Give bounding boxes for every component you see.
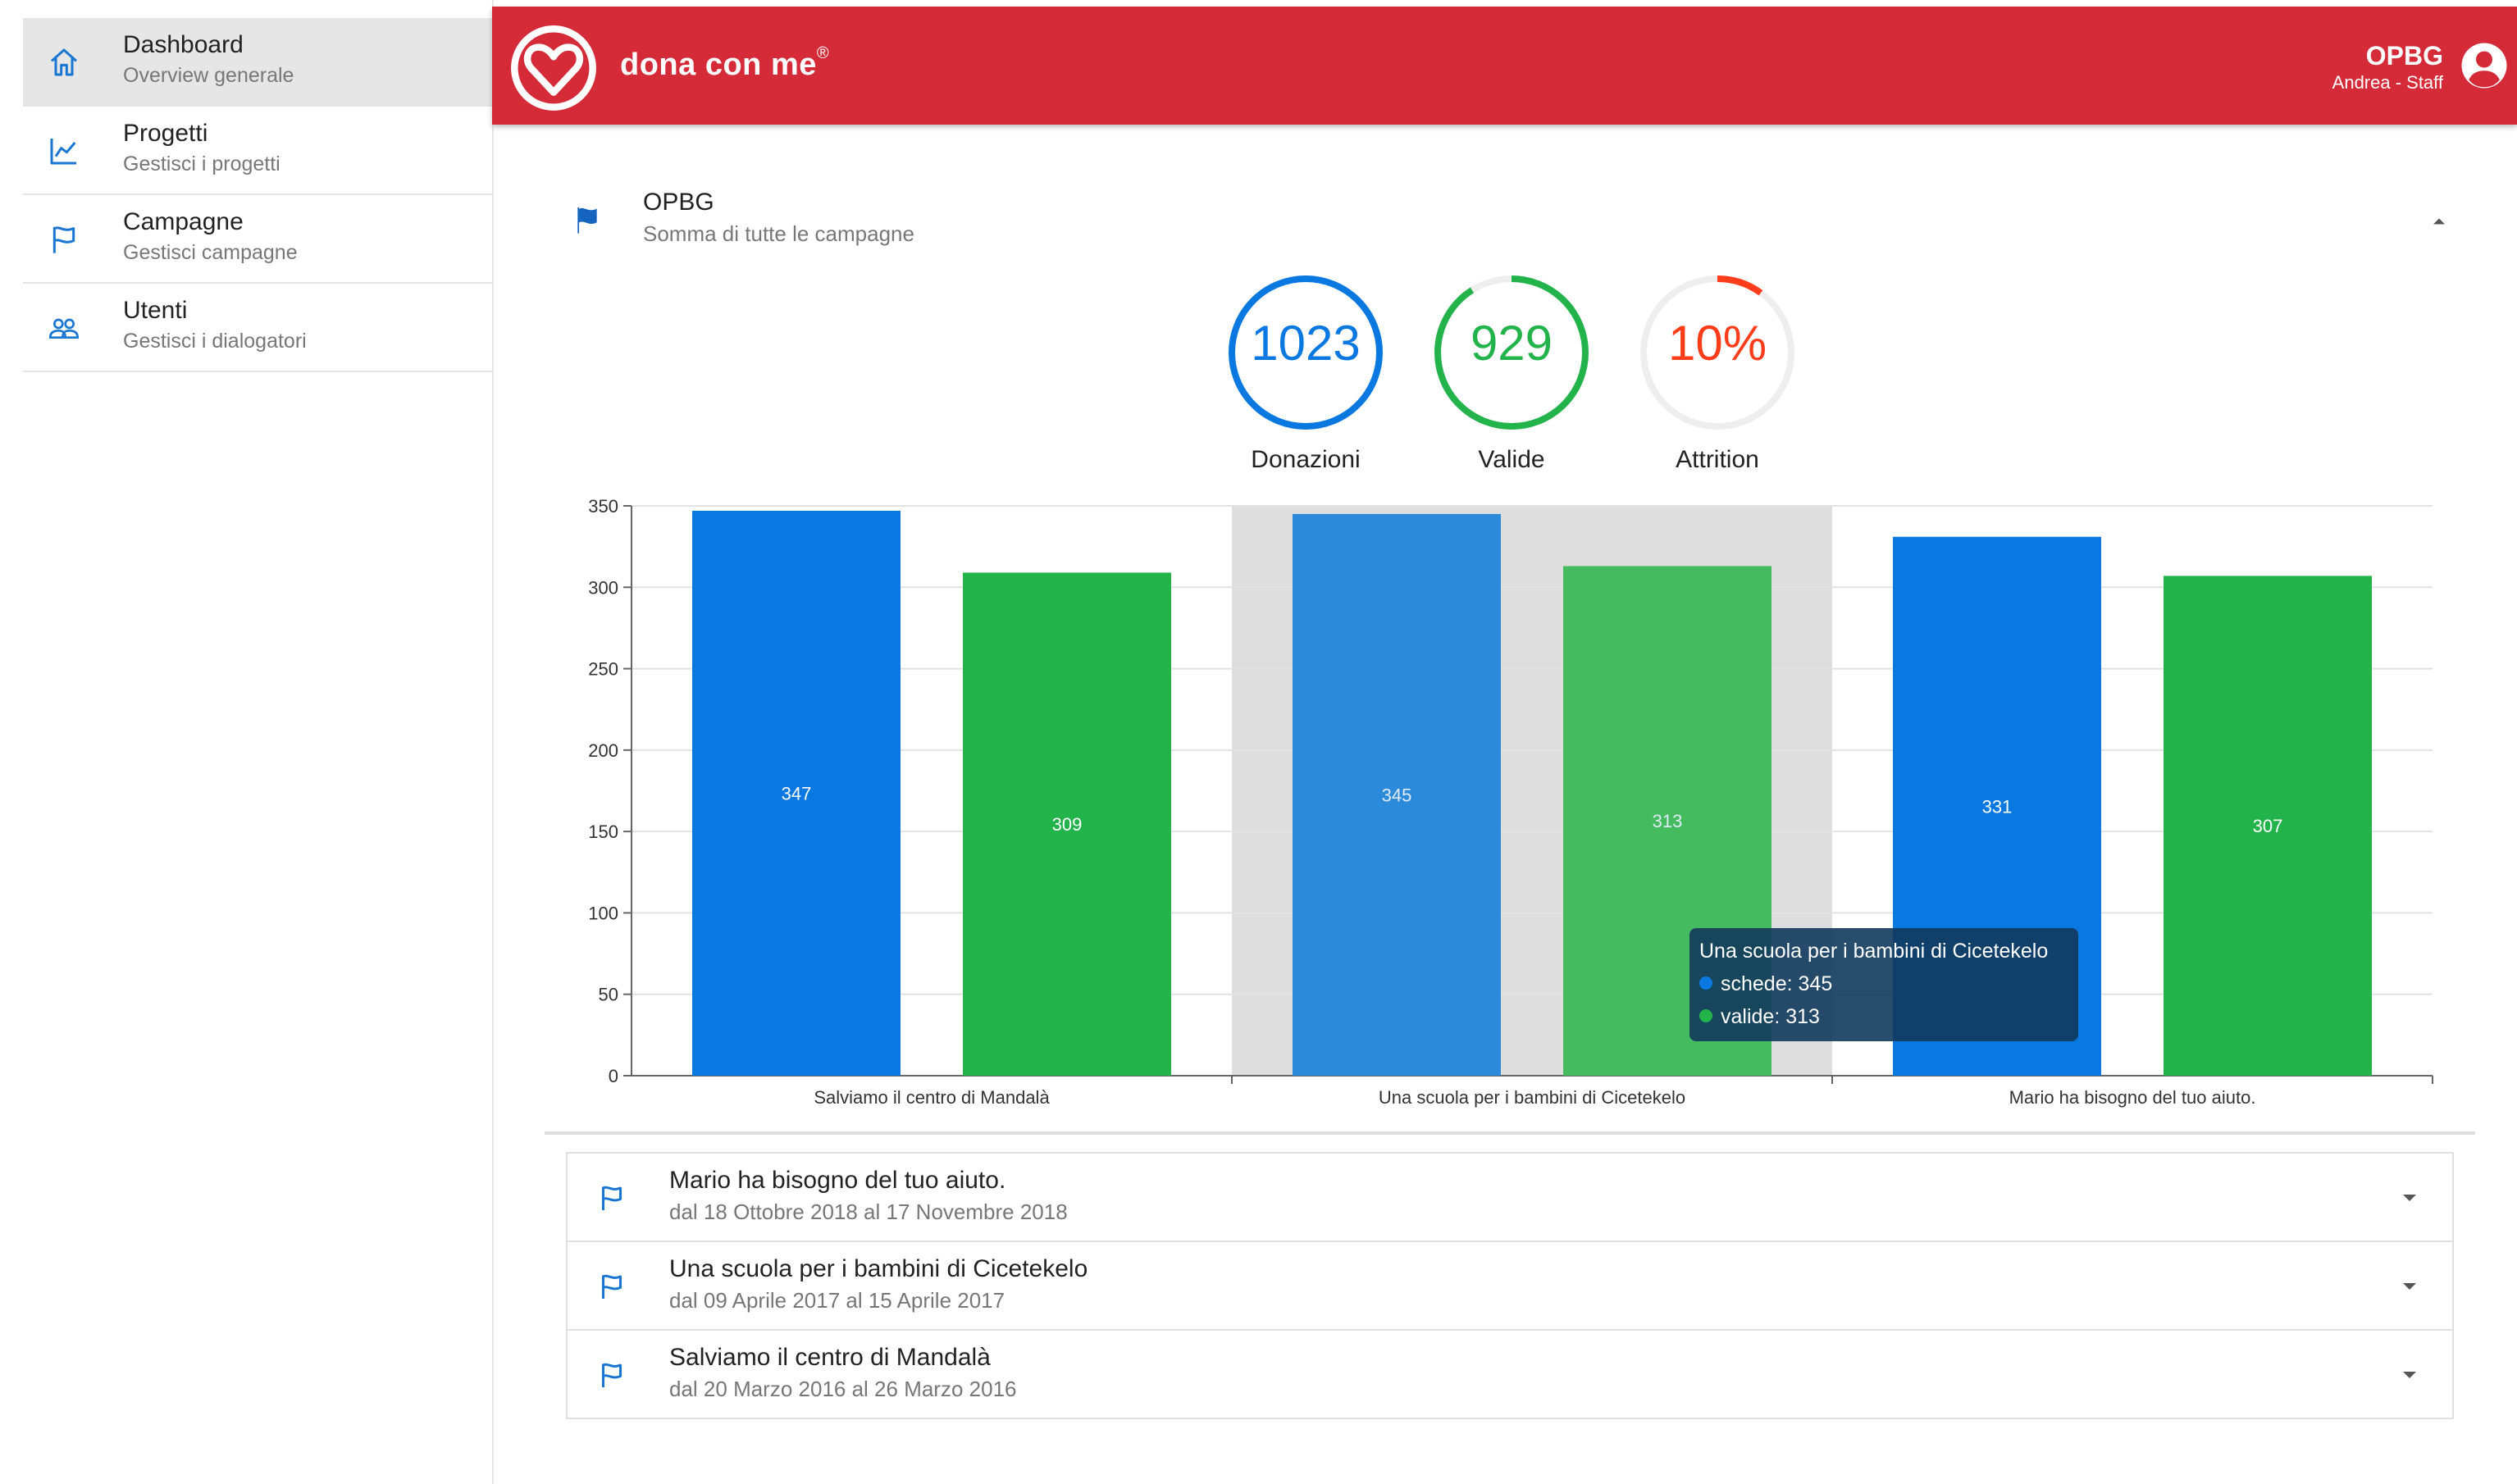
sidebar-item-label: Dashboard xyxy=(123,31,244,58)
x-tick-label: Una scuola per i bambini di Cicetekelo xyxy=(1379,1087,1685,1108)
stat-label: Valide xyxy=(1478,446,1545,473)
stat-label: Donazioni xyxy=(1251,446,1361,473)
sidebar-nav: Dashboard Overview generale Progetti Ges… xyxy=(23,18,492,372)
sidebar-item-utenti[interactable]: Utenti Gestisci i dialogatori xyxy=(23,284,492,372)
account-circle-icon[interactable] xyxy=(2460,41,2509,90)
sidebar-item-sublabel: Gestisci i dialogatori xyxy=(123,330,307,353)
campaign-item[interactable]: Una scuola per i bambini di Cicetekelo d… xyxy=(568,1242,2452,1331)
brand-name: dona con me® xyxy=(620,44,830,82)
sidebar-item-label: Progetti xyxy=(123,120,208,147)
expand-arrow-icon[interactable] xyxy=(2400,1190,2419,1206)
flag-outline-icon xyxy=(602,1274,622,1299)
campaign-dates: dal 18 Ottobre 2018 al 17 Novembre 2018 xyxy=(669,1199,1068,1224)
flag-outline-icon xyxy=(602,1363,622,1387)
y-tick-label: 0 xyxy=(609,1066,618,1086)
sidebar-item-label: Campagne xyxy=(123,208,244,235)
bar-chart: 0 50 100 150 200 250 300 350 347 309 Salviamo il c… xyxy=(588,496,2433,1108)
sidebar: Dashboard Overview generale Progetti Ges… xyxy=(0,0,494,1484)
chart-line-icon xyxy=(50,139,76,165)
sidebar-item-dashboard[interactable]: Dashboard Overview generale xyxy=(23,18,492,107)
campaign-item[interactable]: Mario ha bisogno del tuo aiuto. dal 18 O… xyxy=(568,1154,2452,1242)
users-icon xyxy=(48,318,80,339)
summary-subtitle: Somma di tutte le campagne xyxy=(643,221,914,246)
y-tick-label: 350 xyxy=(588,496,618,517)
expand-arrow-icon[interactable] xyxy=(2400,1278,2419,1295)
y-tick-label: 200 xyxy=(588,740,618,761)
stat-donazioni: 1023 Donazioni xyxy=(1225,272,1386,473)
chart-tooltip: Una scuola per i bambini di Cicetekelo s… xyxy=(1689,928,2078,1041)
sidebar-item-campagne[interactable]: Campagne Gestisci campagne xyxy=(23,195,492,284)
campaign-item[interactable]: Salviamo il centro di Mandalà dal 20 Mar… xyxy=(568,1331,2452,1419)
legend-dot xyxy=(1699,1009,1712,1023)
campaign-list: Mario ha bisogno del tuo aiuto. dal 18 O… xyxy=(566,1152,2454,1419)
campaign-dates: dal 09 Aprile 2017 al 15 Aprile 2017 xyxy=(669,1288,1005,1313)
campaign-title: Mario ha bisogno del tuo aiuto. xyxy=(669,1167,1006,1194)
bar-value-label: 345 xyxy=(1382,785,1412,805)
bar-value-label: 331 xyxy=(1982,796,2013,817)
tooltip-title: Una scuola per i bambini di Cicetekelo xyxy=(1699,940,2049,963)
tooltip-row-valide: valide: 313 xyxy=(1699,1005,1820,1029)
bar-value-label: 309 xyxy=(1052,814,1083,835)
user-role: Andrea - Staff xyxy=(2332,72,2443,93)
sidebar-item-sublabel: Overview generale xyxy=(123,64,294,87)
bar-value-label: 307 xyxy=(2253,816,2283,836)
stat-attrition: 10% Attrition xyxy=(1637,272,1798,473)
sidebar-item-sublabel: Gestisci campagne xyxy=(123,241,298,264)
sidebar-item-sublabel: Gestisci i progetti xyxy=(123,152,280,175)
collapse-arrow-icon[interactable] xyxy=(2428,210,2451,233)
flag-icon xyxy=(577,207,597,234)
tooltip-row-schede: schede: 345 xyxy=(1699,972,1832,996)
y-tick-label: 150 xyxy=(588,822,618,842)
stat-label: Attrition xyxy=(1676,446,1759,473)
y-tick-label: 100 xyxy=(588,903,618,923)
flag-outline-icon xyxy=(52,226,75,253)
x-tick-label: Salviamo il centro di Mandalà xyxy=(814,1087,1050,1108)
expand-arrow-icon[interactable] xyxy=(2400,1367,2419,1383)
sidebar-item-label: Utenti xyxy=(123,297,188,324)
summary-title: OPBG xyxy=(643,189,714,216)
campaign-dates: dal 20 Marzo 2016 al 26 Marzo 2016 xyxy=(669,1377,1017,1401)
stat-value: 929 xyxy=(1470,316,1553,371)
stat-value: 10% xyxy=(1667,316,1767,371)
y-tick-label: 250 xyxy=(588,659,618,680)
sidebar-item-progetti[interactable]: Progetti Gestisci i progetti xyxy=(23,107,492,195)
flag-outline-icon xyxy=(602,1186,622,1210)
home-icon xyxy=(51,48,77,76)
campaign-title: Salviamo il centro di Mandalà xyxy=(669,1344,991,1371)
heart-logo-icon xyxy=(511,25,596,111)
bar-value-label: 347 xyxy=(782,783,812,803)
stat-valide: 929 Valide xyxy=(1431,272,1592,473)
y-tick-label: 300 xyxy=(588,577,618,598)
legend-dot xyxy=(1699,976,1712,990)
bar-value-label: 313 xyxy=(1653,811,1683,831)
summary-panel: OPBG Somma di tutte le campagne 1023 Don… xyxy=(545,164,2475,1135)
y-tick-label: 50 xyxy=(599,985,618,1005)
x-tick-label: Mario ha bisogno del tuo aiuto. xyxy=(2009,1087,2256,1108)
org-name: OPBG xyxy=(2365,41,2443,71)
app-header: dona con me® OPBG Andrea - Staff xyxy=(492,7,2517,125)
registered-mark: ® xyxy=(816,44,830,62)
campaign-title: Una scuola per i bambini di Cicetekelo xyxy=(669,1255,1088,1282)
stat-value: 1023 xyxy=(1251,316,1361,371)
